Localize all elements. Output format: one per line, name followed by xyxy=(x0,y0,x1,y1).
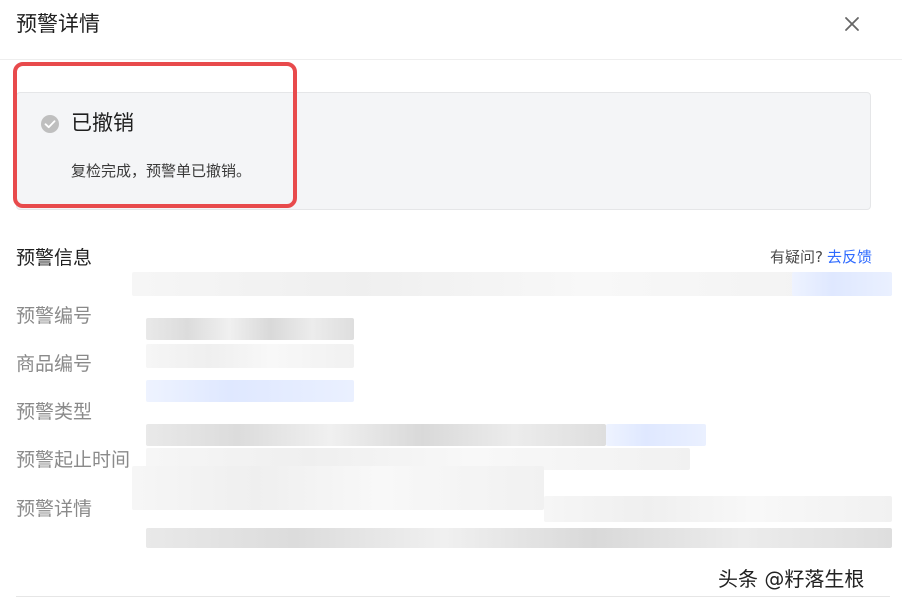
section-title-alert-info: 预警信息 xyxy=(16,247,93,269)
status-description: 复检完成，预警单已撤销。 xyxy=(71,162,252,180)
feedback-link[interactable]: 去反馈 xyxy=(827,248,872,266)
redacted-detail-value-2 xyxy=(146,528,892,548)
status-title: 已撤销 xyxy=(71,111,134,135)
redacted-product-id-value xyxy=(146,344,354,368)
redacted-product-id-link xyxy=(146,380,354,402)
redacted-alert-type-link xyxy=(606,424,706,446)
check-circle-icon xyxy=(41,115,59,133)
redacted-detail-value xyxy=(544,496,892,522)
dialog-title: 预警详情 xyxy=(16,12,100,36)
label-time-range: 预警起止时间 xyxy=(16,449,131,471)
redacted-alert-type-value xyxy=(146,424,606,446)
redacted-alert-id-value xyxy=(146,318,354,340)
label-alert-detail: 预警详情 xyxy=(16,498,93,520)
divider xyxy=(16,596,890,597)
status-card: 已撤销 复检完成，预警单已撤销。 xyxy=(16,92,871,210)
feedback-area: 有疑问? 去反馈 xyxy=(770,247,872,267)
watermark-text: 头条 @籽落生根 xyxy=(718,567,865,591)
label-product-id: 商品编号 xyxy=(16,353,93,375)
close-button[interactable] xyxy=(838,10,866,38)
redacted-time-value-2 xyxy=(132,466,544,510)
close-icon xyxy=(845,17,859,31)
redacted-value-band xyxy=(132,272,892,296)
label-alert-id: 预警编号 xyxy=(16,305,93,327)
feedback-prefix: 有疑问? xyxy=(770,248,823,266)
label-alert-type: 预警类型 xyxy=(16,401,93,423)
dialog-header: 预警详情 xyxy=(0,0,902,60)
alert-detail-dialog: 预警详情 已撤销 复检完成，预警单已撤销。 预警信息 有疑问? 去反馈 预警编号 … xyxy=(0,0,902,608)
redacted-value-band xyxy=(792,272,892,296)
